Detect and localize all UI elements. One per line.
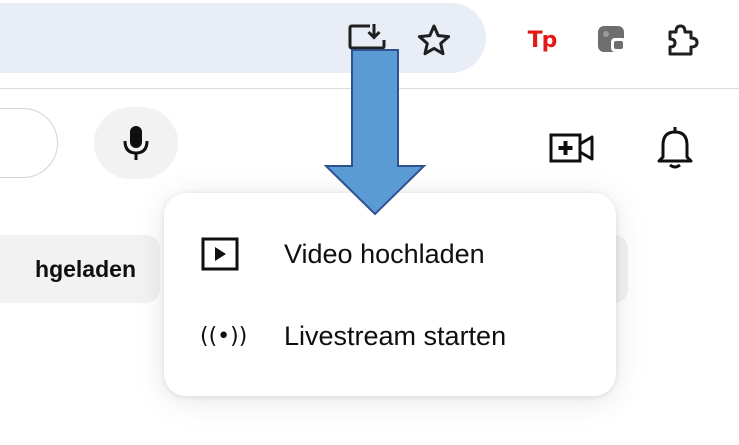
create-menu: Video hochladen ((•)) Livestream starten (164, 193, 616, 396)
livestream-glyph: ((•)) (200, 323, 248, 349)
tp-extension-label: Tp (527, 27, 558, 53)
tp-extension-icon[interactable]: Tp (522, 22, 562, 58)
menu-item-start-livestream[interactable]: ((•)) Livestream starten (164, 295, 616, 377)
create-video-icon[interactable] (548, 128, 596, 168)
microphone-icon (123, 126, 149, 160)
notifications-bell-icon[interactable] (652, 121, 698, 173)
toolbar-divider (0, 88, 739, 89)
voice-search-button[interactable] (94, 107, 178, 179)
filter-chip[interactable]: hgeladen (0, 235, 160, 303)
install-app-icon[interactable] (348, 22, 386, 56)
menu-item-label: Video hochladen (284, 238, 485, 269)
gray-extension-icon[interactable] (594, 22, 630, 58)
filter-chip-label: hgeladen (35, 255, 136, 282)
play-icon (200, 234, 246, 274)
bookmark-star-icon[interactable] (414, 22, 454, 58)
extensions-puzzle-icon[interactable] (662, 20, 702, 60)
menu-item-label: Livestream starten (284, 320, 507, 351)
menu-item-upload-video[interactable]: Video hochladen (164, 213, 616, 295)
livestream-icon: ((•)) (200, 316, 248, 356)
screen: Tp hgeladen Video hochladen ((•)) Livest… (0, 0, 739, 445)
search-button[interactable] (0, 108, 58, 178)
